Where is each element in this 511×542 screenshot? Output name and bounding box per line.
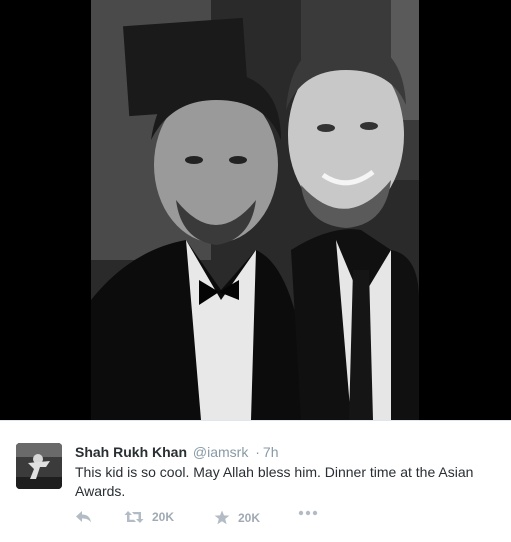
more-button[interactable] (298, 510, 318, 516)
tweet-media[interactable] (0, 0, 511, 420)
star-icon (214, 510, 230, 525)
tweet-timestamp[interactable]: 7h (263, 444, 279, 460)
more-dots-icon (298, 510, 318, 516)
avatar[interactable] (16, 443, 62, 489)
author-handle[interactable]: @iamsrk (193, 444, 248, 460)
retweet-icon (124, 510, 144, 524)
author-name[interactable]: Shah Rukh Khan (75, 444, 187, 460)
tweet-actions: 20K 20K (75, 510, 495, 530)
favorite-button[interactable]: 20K (214, 510, 260, 525)
separator-dot: · (255, 444, 260, 460)
retweet-count: 20K (152, 510, 175, 524)
favorite-count: 20K (238, 510, 261, 525)
tweet-text: This kid is so cool. May Allah bless him… (75, 464, 474, 499)
retweet-button[interactable]: 20K (124, 510, 174, 524)
reply-icon (75, 510, 93, 524)
tweet-card: Shah Rukh Khan @iamsrk · 7h This kid is s… (0, 420, 511, 542)
tweet-header: Shah Rukh Khan @iamsrk · 7h (75, 444, 278, 460)
reply-button[interactable] (75, 510, 93, 524)
tweet-photo[interactable] (91, 0, 419, 420)
